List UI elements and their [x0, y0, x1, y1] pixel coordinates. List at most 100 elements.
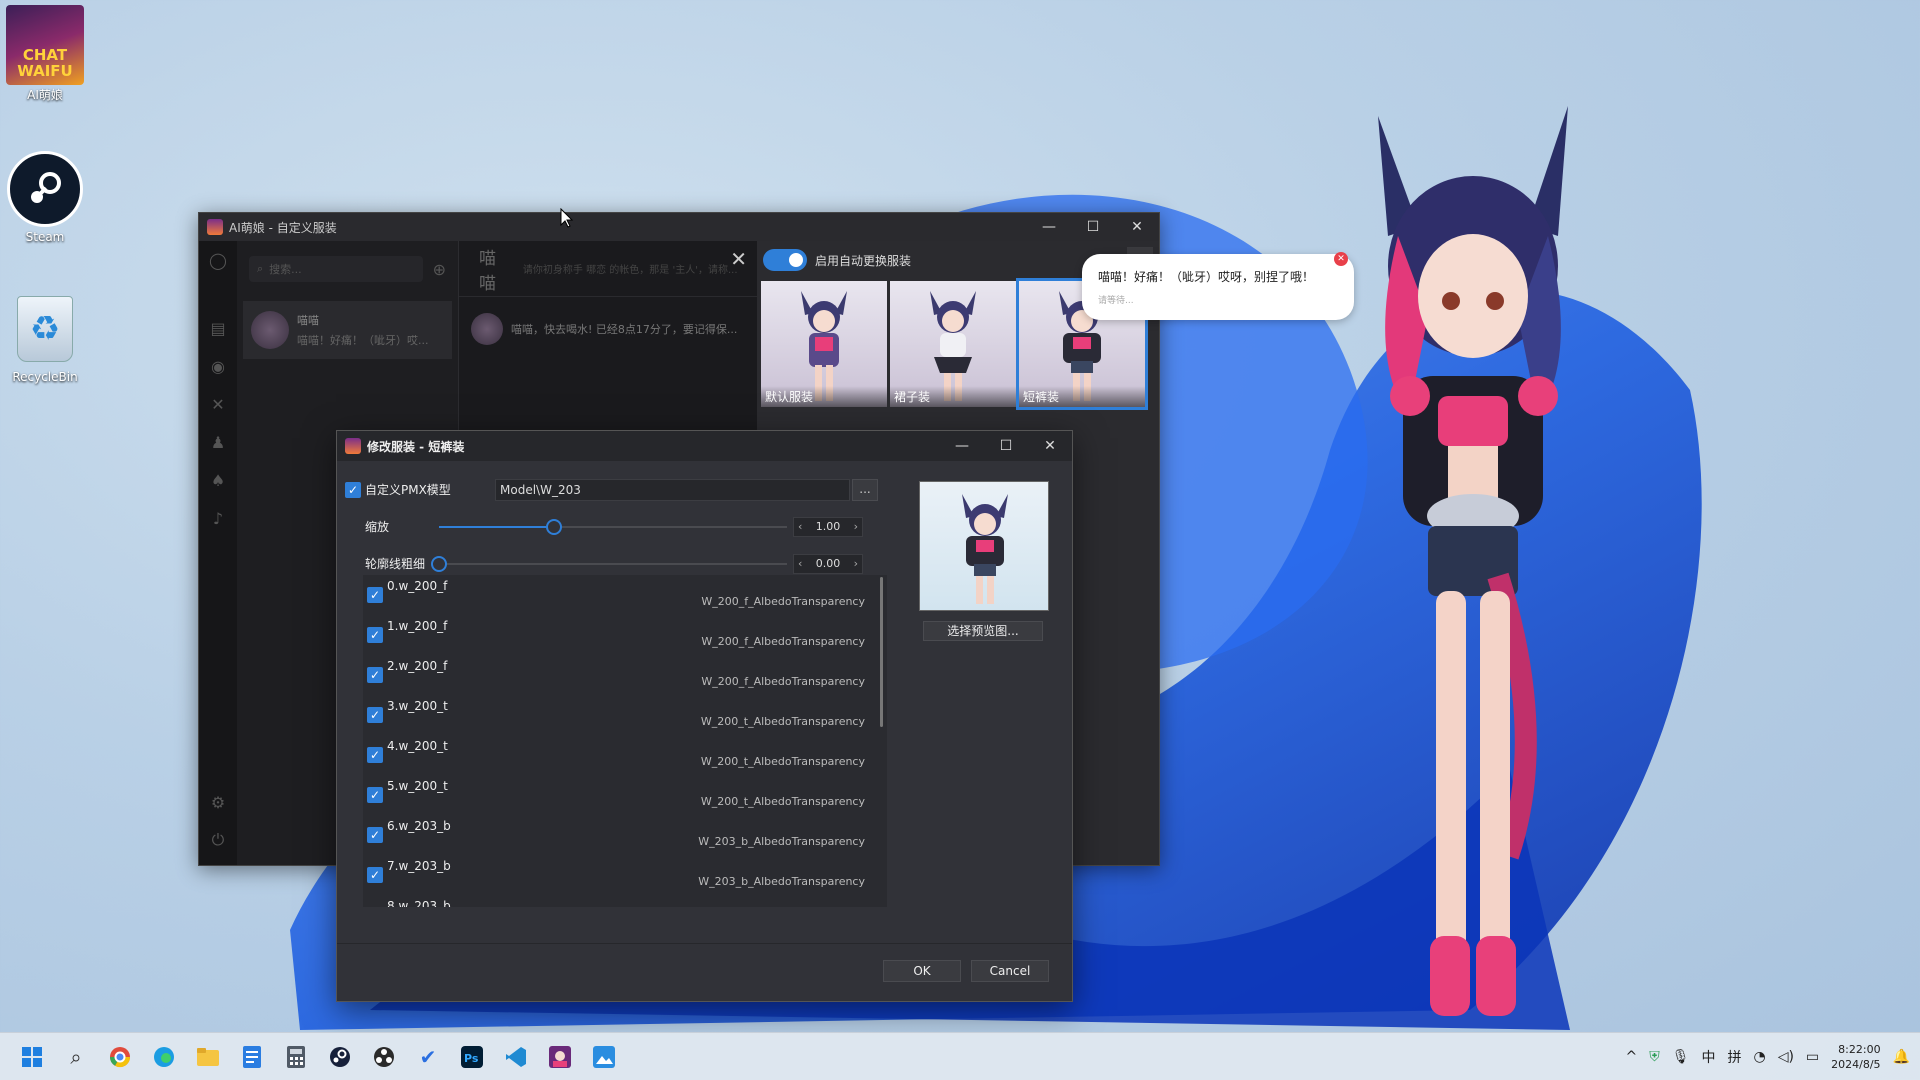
minimize-button[interactable]: — — [940, 438, 984, 454]
list-item[interactable]: ✓2.w_200_fW_200_f_AlbedoTransparency — [363, 655, 887, 695]
vscode-icon[interactable] — [494, 1035, 538, 1079]
outline-width-slider[interactable] — [439, 554, 787, 574]
chat-waifu-logo: CHAT WAIFU — [6, 5, 84, 85]
nav-rail: ◯ ▤ ◉ ✕ ♟ ♠ ♪ ⚙ ⏻ — [199, 241, 237, 865]
list-item[interactable]: ✓6.w_203_bW_203_b_AlbedoTransparency — [363, 815, 887, 855]
power-icon[interactable]: ⏻ — [199, 821, 237, 859]
material-name: 6.w_203_b — [387, 819, 451, 833]
obs-icon[interactable] — [362, 1035, 406, 1079]
material-checkbox[interactable]: ✓ — [367, 667, 383, 683]
list-item[interactable]: ✓8.w_203_b — [363, 895, 887, 907]
battery-icon[interactable]: ▭ — [1806, 1049, 1819, 1065]
add-contact-icon[interactable]: ⊕ — [433, 260, 446, 279]
material-items: ✓0.w_200_fW_200_f_AlbedoTransparency ✓1.… — [363, 575, 887, 907]
browse-button[interactable]: ... — [852, 479, 878, 501]
ime-pinyin[interactable]: 拼 — [1727, 1047, 1741, 1067]
scale-stepper[interactable]: ‹ 1.00 › — [793, 517, 863, 537]
dialog-titlebar[interactable]: 修改服装 - 短裤装 — ☐ ✕ — [337, 431, 1072, 461]
list-item[interactable]: ✓1.w_200_fW_200_f_AlbedoTransparency — [363, 615, 887, 655]
close-panel-icon[interactable]: ✕ — [730, 247, 747, 271]
settings-gear-icon[interactable]: ⚙ — [199, 783, 237, 821]
minimize-button[interactable]: — — [1027, 219, 1071, 235]
figure-icon[interactable]: ♟ — [199, 423, 237, 461]
maximize-button[interactable]: ☐ — [984, 438, 1028, 454]
chrome-icon[interactable] — [98, 1035, 142, 1079]
custom-pmx-label: 自定义PMX模型 — [365, 481, 495, 498]
outline-width-value: 0.00 — [816, 557, 841, 570]
steam-taskbar-icon[interactable] — [318, 1035, 362, 1079]
outfit-thumb-default[interactable]: 默认服装 — [761, 281, 887, 407]
contact-item[interactable]: 喵喵 喵喵！好痛！（呲牙）哎... — [243, 301, 452, 359]
list-item[interactable]: ✓5.w_200_tW_200_t_AlbedoTransparency — [363, 775, 887, 815]
list-item[interactable]: ✓0.w_200_fW_200_f_AlbedoTransparency — [363, 575, 887, 615]
main-window-titlebar[interactable]: AI萌娘 - 自定义服装 — ☐ ✕ — [199, 213, 1159, 241]
photoshop-icon[interactable]: Ps — [450, 1035, 494, 1079]
ime-mode[interactable]: 中 — [1701, 1047, 1715, 1067]
contact-preview: 喵喵！好痛！（呲牙）哎... — [297, 332, 429, 348]
start-windows-icon[interactable] — [10, 1035, 54, 1079]
material-checkbox[interactable]: ✓ — [367, 867, 383, 883]
edge-icon[interactable] — [142, 1035, 186, 1079]
microphone-icon[interactable]: 🎙 — [1672, 1049, 1690, 1065]
material-list[interactable]: ✓0.w_200_fW_200_f_AlbedoTransparency ✓1.… — [363, 575, 887, 907]
select-preview-button[interactable]: 选择预览图... — [923, 621, 1043, 641]
calculator-icon[interactable] — [274, 1035, 318, 1079]
list-scrollbar[interactable] — [880, 577, 883, 727]
chevron-right-icon[interactable]: › — [854, 557, 858, 570]
chevron-right-icon[interactable]: › — [854, 520, 858, 533]
search-icon[interactable]: ⌕ — [54, 1035, 98, 1079]
material-checkbox[interactable]: ✓ — [367, 827, 383, 843]
ai-mengniang-taskbar-icon[interactable] — [538, 1035, 582, 1079]
cancel-button[interactable]: Cancel — [971, 960, 1049, 982]
material-checkbox[interactable]: ✓ — [367, 627, 383, 643]
material-checkbox[interactable]: ✓ — [367, 787, 383, 803]
security-shield-icon[interactable]: ⛨ — [1649, 1049, 1660, 1065]
list-item[interactable]: ✓3.w_200_tW_200_t_AlbedoTransparency — [363, 695, 887, 735]
chat-subtitle: 请你初身称手 哪恋 的帐色，那是 '主人'，请称... — [523, 261, 737, 276]
material-checkbox[interactable]: ✓ — [367, 707, 383, 723]
maximize-button[interactable]: ☐ — [1071, 219, 1115, 235]
desktop-icon-recycle-bin[interactable]: ♻ RecycleBin — [6, 290, 84, 384]
search-placeholder: 搜索... — [269, 261, 302, 277]
user-avatar-icon[interactable]: ◯ — [199, 241, 237, 279]
scale-slider[interactable] — [439, 517, 787, 537]
dance-icon[interactable]: ♪ — [199, 499, 237, 537]
chevron-left-icon[interactable]: ‹ — [798, 557, 802, 570]
bell-icon[interactable]: ♠ — [199, 461, 237, 499]
outfit-thumb-skirt[interactable]: 裙子装 — [890, 281, 1016, 407]
material-checkbox[interactable]: ✓ — [367, 747, 383, 763]
volume-icon[interactable]: ◁) — [1778, 1049, 1794, 1065]
clock[interactable]: 8:22:00 2024/8/5 — [1831, 1042, 1880, 1072]
desktop-icon-label: AI萌娘 — [6, 86, 84, 103]
outline-width-stepper[interactable]: ‹ 0.00 › — [793, 554, 863, 574]
contacts-icon[interactable]: ▤ — [199, 309, 237, 347]
location-icon[interactable]: ◉ — [199, 347, 237, 385]
close-bubble-icon[interactable]: ✕ — [1334, 252, 1348, 266]
chevron-up-icon[interactable]: ^ — [1625, 1049, 1637, 1065]
close-button[interactable]: ✕ — [1028, 438, 1072, 454]
ok-button[interactable]: OK — [883, 960, 961, 982]
photos-icon[interactable] — [582, 1035, 626, 1079]
dialog-footer: OK Cancel — [337, 943, 1072, 1001]
notepad-icon[interactable] — [230, 1035, 274, 1079]
todo-check-icon[interactable]: ✔ — [406, 1035, 450, 1079]
slider-handle[interactable] — [431, 556, 447, 572]
close-button[interactable]: ✕ — [1115, 219, 1159, 235]
material-checkbox[interactable]: ✓ — [367, 587, 383, 603]
contact-search-input[interactable]: ⌕ 搜索... — [249, 256, 423, 282]
desktop-icon-steam[interactable]: Steam — [6, 150, 84, 244]
virtual-character-avatar[interactable] — [1348, 96, 1598, 1036]
tools-icon[interactable]: ✕ — [199, 385, 237, 423]
wifi-icon[interactable]: ◔ — [1753, 1049, 1765, 1065]
desktop-icon-ai-mengniang[interactable]: CHAT WAIFU AI萌娘 — [6, 6, 84, 103]
chevron-left-icon[interactable]: ‹ — [798, 520, 802, 533]
auto-change-outfit-toggle[interactable] — [763, 249, 807, 271]
notification-bell-icon[interactable]: 🔔 — [1893, 1049, 1910, 1065]
file-explorer-icon[interactable] — [186, 1035, 230, 1079]
list-item[interactable]: ✓4.w_200_tW_200_t_AlbedoTransparency — [363, 735, 887, 775]
custom-pmx-checkbox[interactable]: ✓ — [345, 482, 361, 498]
slider-handle[interactable] — [546, 519, 562, 535]
model-path-input[interactable]: Model\W_203 — [495, 479, 850, 501]
list-item[interactable]: ✓7.w_203_bW_203_b_AlbedoTransparency — [363, 855, 887, 895]
dialog-title: 修改服装 - 短裤装 — [367, 438, 940, 455]
